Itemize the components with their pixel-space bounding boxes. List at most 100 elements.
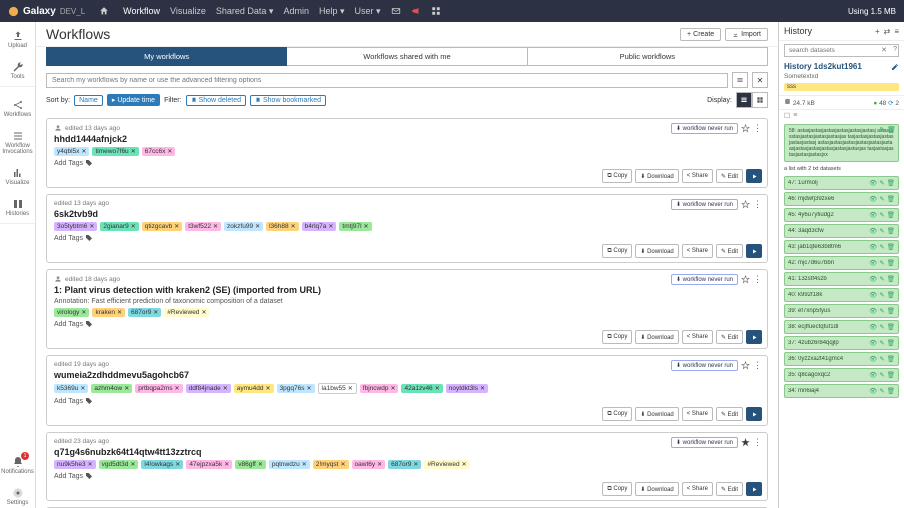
edit-icon[interactable]: ✎: [879, 291, 884, 299]
history-item[interactable]: 44: 3aqd3cfw 👁 ✎ 🗑: [784, 224, 899, 238]
run-status-pill[interactable]: ⬇ workflow never run: [671, 274, 738, 285]
bookmark-star[interactable]: [741, 124, 750, 133]
history-tag[interactable]: sss: [784, 83, 899, 91]
copy-button[interactable]: ⧉ Copy: [602, 482, 632, 496]
tag-remove-icon[interactable]: ✕: [413, 461, 418, 468]
run-button[interactable]: [746, 169, 762, 183]
workflow-tag[interactable]: kraken ✕: [92, 308, 125, 317]
run-status-pill[interactable]: ⬇ workflow never run: [671, 360, 738, 371]
download-button[interactable]: ⬇ Download: [635, 482, 678, 496]
workflow-name[interactable]: wumeia2zdhddmevu5agohcb67: [54, 370, 760, 380]
history-item[interactable]: 39: ef7xnp5fyus 👁 ✎ 🗑: [784, 304, 899, 318]
history-filter-icon[interactable]: ≡: [793, 112, 797, 120]
search-input[interactable]: [46, 73, 728, 88]
edit-icon[interactable]: ✎: [879, 227, 884, 235]
delete-icon[interactable]: 🗑: [887, 387, 895, 395]
workflow-name[interactable]: hhdd1444afnjck2: [54, 134, 760, 144]
sidebar-invocations[interactable]: Workflow Invocations: [0, 128, 35, 157]
history-item[interactable]: 40: k992f18k 👁 ✎ 🗑: [784, 288, 899, 302]
tag-remove-icon[interactable]: ✕: [89, 223, 94, 230]
tag-remove-icon[interactable]: ✕: [462, 461, 467, 468]
workflow-tag[interactable]: v86gff ✕: [235, 460, 266, 469]
history-preview[interactable]: ✎🗑 58: astasjastasjastasjastasjastasjast…: [784, 124, 899, 162]
tag-remove-icon[interactable]: ✕: [348, 385, 353, 392]
workflow-tag[interactable]: #Reviewed ✕: [164, 308, 209, 317]
edit-icon[interactable]: [891, 63, 899, 71]
share-button[interactable]: < Share: [682, 330, 713, 344]
nav-shared-data[interactable]: Shared Data ▾: [216, 6, 274, 17]
tag-remove-icon[interactable]: ✕: [88, 461, 93, 468]
more-menu-icon[interactable]: ⋮: [753, 437, 762, 448]
history-item[interactable]: 47: 1urmolj 👁 ✎ 🗑: [784, 176, 899, 190]
sidebar-visualize[interactable]: Visualize: [0, 165, 35, 188]
workflow-tag[interactable]: tmtj97l ✕: [339, 222, 371, 231]
tag-remove-icon[interactable]: ✕: [81, 309, 86, 316]
delete-icon[interactable]: 🗑: [887, 355, 895, 363]
view-icon[interactable]: 👁: [869, 387, 877, 395]
view-icon[interactable]: 👁: [869, 259, 877, 267]
download-button[interactable]: ⬇ Download: [635, 407, 678, 421]
history-item[interactable]: 36: 0yzzxa2t41gmc4 👁 ✎ 🗑: [784, 352, 899, 366]
sidebar-upload[interactable]: Upload: [0, 28, 35, 51]
workflow-tag[interactable]: 3o5tybtm6 ✕: [54, 222, 97, 231]
nav-user[interactable]: User ▾: [354, 6, 380, 17]
workflow-tag[interactable]: l36h88 ✕: [266, 222, 299, 231]
edit-icon[interactable]: ✎: [879, 307, 884, 315]
edit-icon[interactable]: ✎: [879, 195, 884, 203]
view-icon[interactable]: 👁: [869, 291, 877, 299]
run-status-pill[interactable]: ⬇ workflow never run: [671, 199, 738, 210]
workflow-tag[interactable]: #Reviewed ✕: [424, 460, 469, 469]
workflow-tag[interactable]: 47ejpzxa5k ✕: [186, 460, 232, 469]
edit-button[interactable]: ✎ Edit: [716, 244, 743, 258]
sidebar-workflows[interactable]: Workflows: [0, 97, 35, 120]
run-button[interactable]: [746, 330, 762, 344]
tag-remove-icon[interactable]: ✕: [174, 223, 179, 230]
preview-edit-icon[interactable]: ✎: [879, 127, 885, 135]
add-tags-button[interactable]: Add Tags: [54, 472, 93, 480]
sidebar-histories[interactable]: Histories: [0, 196, 35, 224]
view-icon[interactable]: 👁: [869, 243, 877, 251]
workflow-tag[interactable]: y4qbl5x ✕: [54, 147, 89, 156]
workflow-tag[interactable]: virology ✕: [54, 308, 89, 317]
sort-name[interactable]: Name: [74, 95, 103, 106]
copy-button[interactable]: ⧉ Copy: [602, 244, 632, 258]
filter-show-deleted[interactable]: Show deleted: [186, 95, 246, 106]
edit-icon[interactable]: ✎: [879, 211, 884, 219]
tab-public[interactable]: Public workflows: [528, 47, 768, 66]
add-tags-button[interactable]: Add Tags: [54, 159, 93, 167]
history-switch-icon[interactable]: ⇄: [884, 27, 891, 36]
edit-icon[interactable]: ✎: [879, 387, 884, 395]
workflow-tag[interactable]: zokzfu99 ✕: [224, 222, 263, 231]
history-new-icon[interactable]: +: [875, 27, 880, 36]
preview-delete-icon[interactable]: 🗑: [887, 127, 896, 135]
workflow-tag[interactable]: 687or9 ✕: [128, 308, 161, 317]
workflow-tag[interactable]: 2gianar9 ✕: [100, 222, 138, 231]
edit-icon[interactable]: ✎: [879, 355, 884, 363]
more-menu-icon[interactable]: ⋮: [753, 199, 762, 210]
tag-remove-icon[interactable]: ✕: [175, 461, 180, 468]
history-item[interactable]: 37: 4zubz6r84qqjlp 👁 ✎ 🗑: [784, 336, 899, 350]
workflow-tag[interactable]: 3pgq76s ✕: [277, 384, 315, 393]
download-button[interactable]: ⬇ Download: [635, 169, 678, 183]
history-item[interactable]: 43: jab1qte63b8tm6 👁 ✎ 🗑: [784, 240, 899, 254]
bookmark-star[interactable]: [741, 200, 750, 209]
edit-button[interactable]: ✎ Edit: [716, 330, 743, 344]
history-item[interactable]: 46: mjdwfj39zxe6 👁 ✎ 🗑: [784, 192, 899, 206]
delete-icon[interactable]: 🗑: [887, 307, 895, 315]
view-icon[interactable]: 👁: [869, 211, 877, 219]
edit-icon[interactable]: ✎: [879, 371, 884, 379]
nav-workflow[interactable]: Workflow: [123, 6, 160, 16]
tag-remove-icon[interactable]: ✕: [302, 461, 307, 468]
tag-remove-icon[interactable]: ✕: [291, 223, 296, 230]
more-menu-icon[interactable]: ⋮: [753, 274, 762, 285]
delete-icon[interactable]: 🗑: [887, 275, 895, 283]
workflow-name[interactable]: 6sk2tvb9d: [54, 209, 760, 219]
workflow-tag[interactable]: prtbqpa2ms ✕: [135, 384, 182, 393]
tag-remove-icon[interactable]: ✕: [307, 385, 312, 392]
display-grid-button[interactable]: [752, 92, 768, 108]
workflow-tag[interactable]: timewo7f6u ✕: [92, 147, 138, 156]
view-icon[interactable]: 👁: [869, 195, 877, 203]
history-name[interactable]: History 1ds2kut1961: [784, 62, 862, 71]
more-menu-icon[interactable]: ⋮: [753, 360, 762, 371]
import-button[interactable]: Import: [725, 28, 768, 41]
